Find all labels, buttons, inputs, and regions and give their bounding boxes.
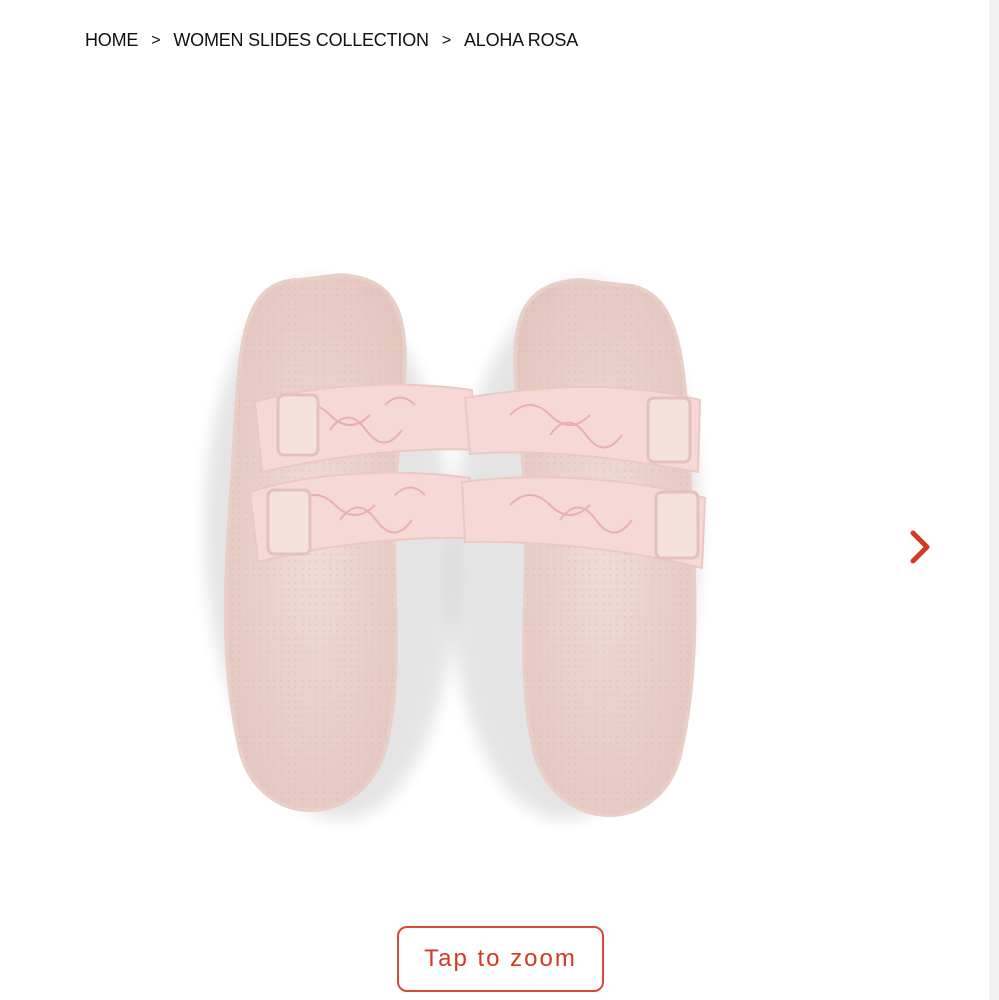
tap-to-zoom-button[interactable]: Tap to zoom	[397, 926, 604, 992]
breadcrumb-separator: >	[151, 31, 161, 49]
breadcrumb-current: ALOHA ROSA	[463, 30, 579, 50]
product-gallery[interactable]	[0, 80, 999, 910]
breadcrumb-home[interactable]: HOME	[85, 30, 138, 51]
breadcrumb-separator: >	[441, 31, 451, 49]
breadcrumb-women-slides-collection[interactable]: WOMEN SLIDES COLLECTION	[173, 30, 429, 51]
next-image-button[interactable]	[898, 522, 942, 572]
breadcrumb: HOME > WOMEN SLIDES COLLECTION > ALOHA R…	[85, 30, 578, 51]
chevron-right-icon	[910, 530, 930, 564]
product-image[interactable]	[180, 250, 780, 850]
zoom-label: Tap to zoom	[424, 945, 577, 972]
